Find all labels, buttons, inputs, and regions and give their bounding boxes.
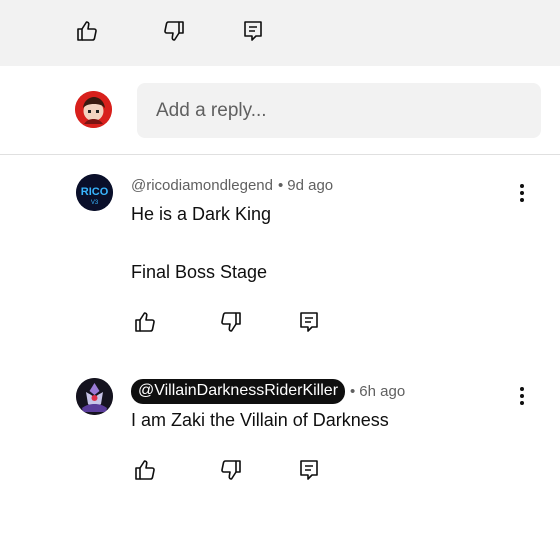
thumb-down-icon [221,460,241,480]
commenter-avatar[interactable] [76,378,113,415]
comment-text: He is a Dark King Final Boss Stage [131,204,272,282]
comment-item: RICO V3 @ricodiamondlegend • 9d ago He i… [0,155,560,355]
dislike-button[interactable] [217,308,245,336]
thumb-down-icon [164,21,184,41]
thumb-up-icon [135,460,155,480]
svg-text:RICO: RICO [81,186,109,198]
comment-text: I am Zaki the Villain of Darkness [131,410,389,430]
add-reply-row [0,66,560,154]
comment-timestamp[interactable]: 9d ago [287,177,333,194]
reply-input[interactable] [137,83,541,138]
comment-meta: @VillainDarknessRiderKiller • 6h ago [131,379,405,404]
comment-icon [300,460,318,480]
thumb-down-icon [221,312,241,332]
comment-author[interactable]: @ricodiamondlegend [131,177,273,194]
comment-icon [300,312,318,332]
commenter-avatar[interactable]: RICO V3 [76,174,113,211]
reply-button[interactable] [295,456,323,484]
more-options-button[interactable] [510,384,534,408]
thumb-up-icon [77,21,97,41]
more-vert-icon [520,387,524,405]
comment-item: @VillainDarknessRiderKiller • 6h ago I a… [0,360,560,560]
like-button[interactable] [131,456,159,484]
svg-text:V3: V3 [91,200,99,206]
like-button[interactable] [73,17,101,45]
current-user-avatar [75,91,112,128]
meta-separator: • [350,383,356,400]
comment-author-highlighted[interactable]: @VillainDarknessRiderKiller [131,379,346,404]
comment-icon [244,21,262,41]
more-options-button[interactable] [510,181,534,205]
more-vert-icon [520,184,524,202]
meta-separator: • [277,177,284,194]
parent-comment-action-bar [0,0,560,66]
comment-meta: @ricodiamondlegend • 9d ago [131,177,333,194]
like-button[interactable] [131,308,159,336]
reply-button[interactable] [295,308,323,336]
dislike-button[interactable] [160,17,188,45]
thumb-up-icon [135,312,155,332]
comment-timestamp[interactable]: 6h ago [359,383,405,400]
dislike-button[interactable] [217,456,245,484]
reply-button[interactable] [239,17,267,45]
